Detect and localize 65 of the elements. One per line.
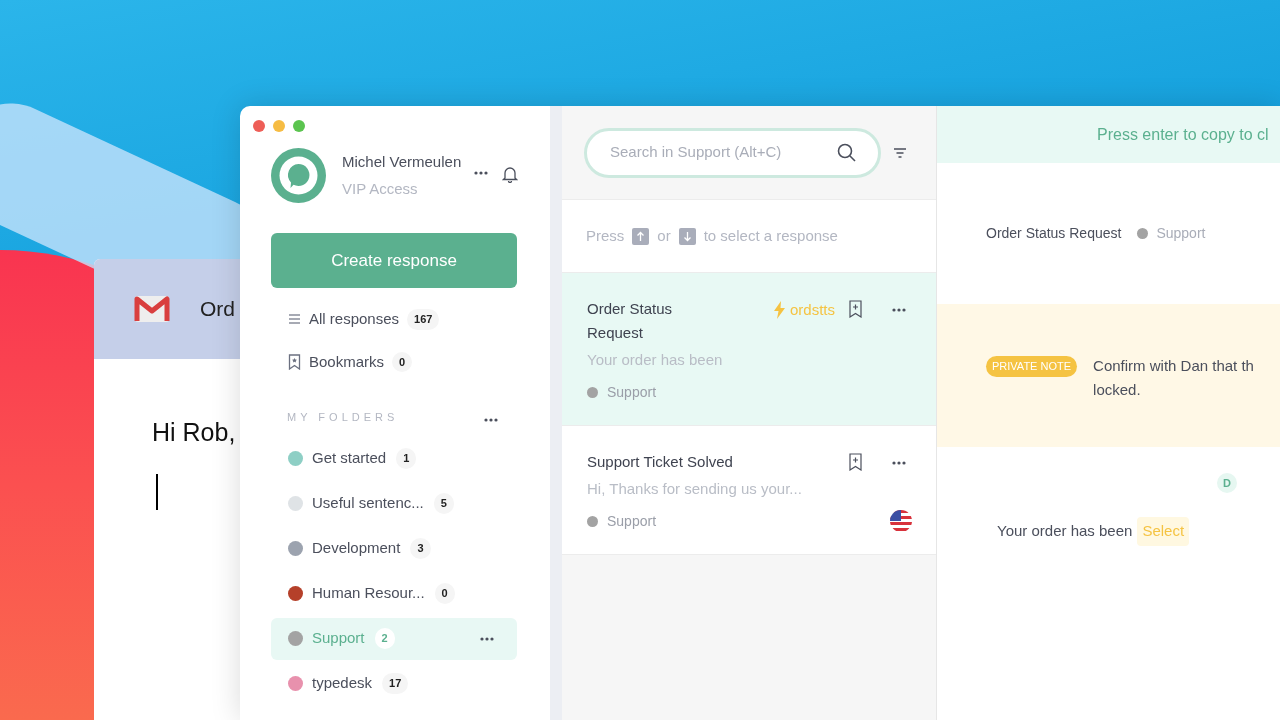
response-title: Order Status Request [587,299,674,343]
nav-item[interactable]: All responses [309,308,400,331]
folders-heading: MY FOLDERS [287,410,399,425]
folder-name: Development [312,538,401,559]
count-badge: 5 [433,493,454,514]
count-badge: 0 [392,351,413,372]
user-avatar: D [1217,473,1237,493]
count-badge: 167 [407,309,440,330]
more-icon[interactable] [892,460,906,465]
folder-item[interactable]: Get started 1 [271,437,517,480]
folder-item[interactable]: Development 3 [271,527,517,570]
bookmark-add-icon[interactable] [849,452,862,471]
count-badge: 17 [382,673,409,694]
more-icon[interactable] [484,418,498,423]
response-preview: Your order has been [587,350,724,370]
folder-item[interactable]: Human Resour... 0 [271,572,517,615]
more-icon[interactable] [474,170,489,175]
user-plan: VIP Access [342,179,419,199]
mail-logo-icon [134,295,170,323]
folder-label: Support [1156,224,1206,243]
notifications-bell-icon[interactable] [502,164,519,183]
filter-icon[interactable] [893,147,907,158]
folder-item[interactable]: Useful sentenc... 5 [271,482,517,525]
response-item[interactable]: Order Status Request ordstts Your order has been Support [562,273,936,426]
down-arrow-key-icon [678,227,696,245]
folder-name: Get started [312,448,387,469]
lightning-icon [773,301,786,320]
folder-name: Useful sentenc... [312,493,424,514]
bookmark-add-icon[interactable] [849,300,862,318]
response-title: Support Ticket Solved [587,451,734,472]
folder-name: typedesk [312,673,373,694]
hint-text: to select a response [703,225,838,246]
copy-hint-text: Press enter to copy to cl [1097,124,1269,145]
app-logo-icon [271,148,326,203]
response-item[interactable]: Support Ticket Solved Hi, Thanks for sending us your... Support [562,425,936,555]
folder-label: Support [607,511,657,531]
private-note-text: Confirm with Dan that th locked. [1093,356,1254,400]
bookmark-icon [288,353,301,370]
hint-text: or [657,225,671,246]
search-icon[interactable] [837,143,856,162]
nav-item[interactable]: Bookmarks [309,350,385,373]
response-body-text: Your order has been [997,521,1133,541]
email-subject: Ord [200,296,235,323]
folder-name: Support [312,628,365,649]
shortcut-text: ordstts [790,300,835,320]
count-badge: 3 [410,538,431,559]
count-badge: 2 [374,628,395,649]
private-note-badge: PRIVATE NOTE [986,356,1078,377]
close-window-icon[interactable] [253,120,265,132]
user-name: Michel Vermeulen [342,151,462,172]
folder-item[interactable]: typedesk 17 [271,662,517,705]
count-badge: 1 [396,448,417,469]
search-input[interactable]: Search in Support (Alt+C) [610,141,830,164]
count-badge: 0 [434,583,455,604]
text-cursor [156,473,158,510]
hint-text: Press [586,225,625,246]
up-arrow-key-icon [632,227,650,245]
response-preview: Hi, Thanks for sending us your... [587,478,803,499]
folder-label: Support [607,382,657,402]
more-icon[interactable] [892,308,906,312]
response-title: Order Status Request [986,224,1122,243]
search-field[interactable]: Search in Support (Alt+C) [584,127,881,178]
more-icon[interactable] [480,636,494,641]
list-icon [288,313,301,326]
folder-name: Human Resour... [312,583,425,604]
